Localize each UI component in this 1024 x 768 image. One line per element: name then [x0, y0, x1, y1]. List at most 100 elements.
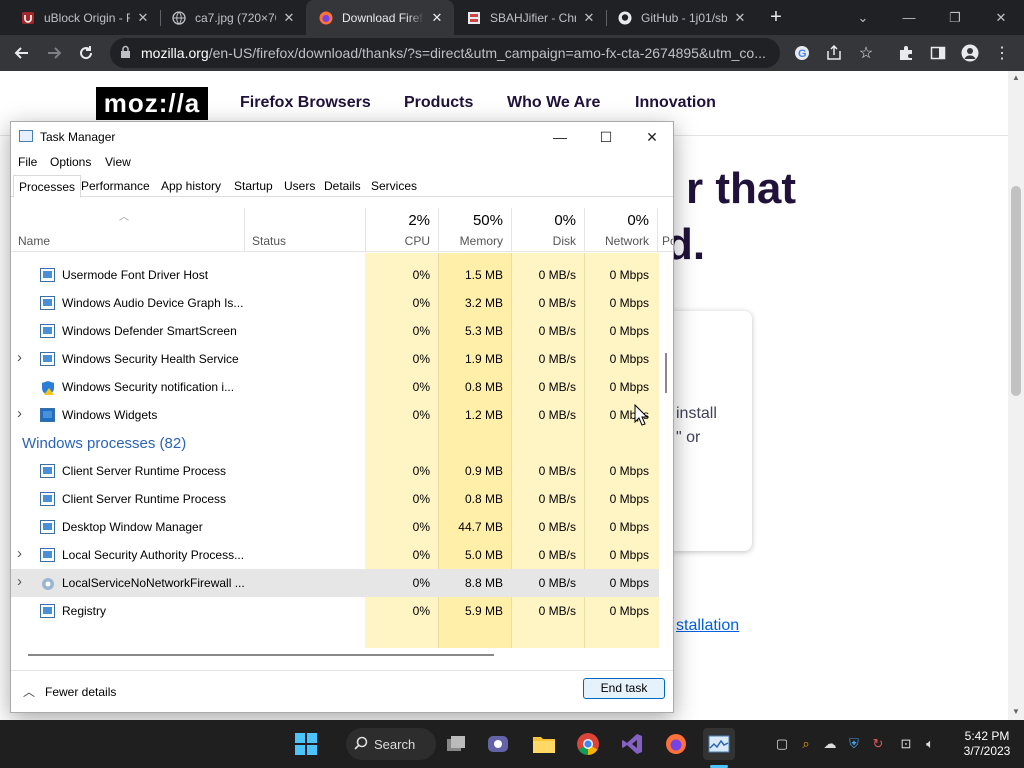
close-window-icon[interactable]: ✕ — [978, 0, 1024, 35]
process-cpu-value: 0% — [412, 296, 430, 310]
tray-app-icon[interactable]: ▢ — [772, 734, 792, 754]
extensions-puzzle-icon[interactable] — [892, 39, 920, 67]
task-view-icon[interactable] — [440, 728, 472, 760]
share-icon[interactable] — [820, 39, 848, 67]
close-tab-icon[interactable]: ✕ — [582, 10, 596, 25]
menu-kebab-icon[interactable]: ⋮ — [988, 39, 1016, 67]
volume-icon[interactable]: 🔈︎ — [920, 734, 940, 754]
process-list-scrollbar-thumb[interactable] — [665, 353, 667, 393]
tab-sbahjifier[interactable]: SBAHJifier - Chrom ✕ — [454, 0, 606, 35]
profile-avatar-icon[interactable] — [956, 39, 984, 67]
tab-services[interactable]: Services — [366, 175, 422, 197]
tray-display-icon[interactable]: ⊡ — [896, 734, 916, 754]
start-windows-icon[interactable] — [290, 728, 322, 760]
tray-search-icon[interactable]: ⌕ — [796, 734, 816, 754]
menu-file[interactable]: File — [18, 155, 37, 169]
lock-icon[interactable] — [120, 45, 131, 61]
table-row[interactable]: › Windows Security Health Service 0% 1.9 MB… — [11, 345, 659, 373]
column-name[interactable]: Name — [18, 234, 50, 248]
tray-security-icon[interactable]: ⛨ — [844, 734, 864, 754]
back-icon[interactable] — [8, 39, 36, 67]
nav-who-we-are[interactable]: Who We Are — [507, 94, 600, 112]
tab-users[interactable]: Users — [279, 175, 320, 197]
menu-view[interactable]: View — [105, 155, 131, 169]
taskbar-search[interactable]: Search — [346, 728, 436, 760]
nav-products[interactable]: Products — [404, 94, 473, 112]
task-manager-taskbar-icon[interactable] — [703, 728, 735, 760]
minimize-icon[interactable]: — — [537, 122, 583, 152]
process-net-value: 0 Mbps — [609, 604, 649, 618]
mozilla-logo[interactable]: moz://a — [96, 87, 208, 120]
tab-app-history[interactable]: App history — [156, 175, 226, 197]
tab-processes[interactable]: Processes — [13, 175, 82, 198]
table-row[interactable]: Client Server Runtime Process 0% 0.9 MB 0 M… — [11, 457, 659, 485]
tab-ca7-image[interactable]: ca7.jpg (720×704) ✕ — [161, 0, 306, 35]
close-tab-icon[interactable]: ✕ — [136, 10, 150, 25]
side-panel-icon[interactable] — [924, 39, 952, 67]
page-scrollbar[interactable]: ▲ ▼ — [1008, 71, 1024, 720]
column-disk[interactable]: 0% Disk — [511, 208, 584, 252]
visual-studio-icon[interactable] — [616, 728, 648, 760]
menu-options[interactable]: Options — [50, 155, 91, 169]
process-list-hscrollbar-thumb[interactable] — [28, 654, 494, 656]
process-list-scrollbar[interactable] — [659, 253, 673, 648]
chrome-icon[interactable] — [572, 728, 604, 760]
restore-icon[interactable]: ❐ — [932, 0, 978, 35]
column-cpu[interactable]: 2% CPU — [365, 208, 438, 252]
tab-ublock[interactable]: uBlock Origin - Fre ✕ — [0, 0, 160, 35]
process-list-hscrollbar[interactable] — [11, 649, 659, 661]
table-row[interactable]: Client Server Runtime Process 0% 0.8 MB 0 M… — [11, 485, 659, 513]
tab-startup[interactable]: Startup — [229, 175, 278, 197]
nav-firefox-browsers[interactable]: Firefox Browsers — [240, 94, 371, 112]
maximize-icon[interactable]: ☐ — [583, 122, 629, 152]
column-power[interactable]: Po — [657, 208, 673, 252]
close-tab-icon[interactable]: ✕ — [282, 10, 296, 25]
process-cpu-value: 0% — [412, 492, 430, 506]
expand-chevron-icon[interactable]: › — [17, 405, 22, 422]
tray-cloud-icon[interactable]: ☁ — [820, 734, 840, 754]
close-tab-icon[interactable]: ✕ — [733, 10, 747, 25]
tab-search-icon[interactable]: ⌄ — [840, 0, 886, 35]
close-tab-icon[interactable]: ✕ — [430, 10, 444, 25]
column-status[interactable]: Status — [244, 208, 365, 252]
nav-innovation[interactable]: Innovation — [635, 94, 716, 112]
table-row[interactable]: Registry 0% 5.9 MB 0 MB/s 0 Mbps — [11, 597, 659, 625]
table-row[interactable]: Usermode Font Driver Host 0% 1.5 MB 0 MB/s 0… — [11, 261, 659, 289]
table-row[interactable]: › LocalServiceNoNetworkFirewall ... 0% 8.8 … — [11, 569, 659, 597]
chevron-up-icon[interactable]: ︿ — [23, 683, 35, 700]
expand-chevron-icon[interactable]: › — [17, 349, 22, 366]
column-memory[interactable]: 50% Memory — [438, 208, 511, 252]
table-row[interactable]: Windows Audio Device Graph Is... 0% 3.2 MB… — [11, 289, 659, 317]
page-scrollbar-thumb[interactable] — [1011, 186, 1021, 396]
fewer-details-button[interactable]: Fewer details — [45, 685, 116, 699]
table-row[interactable]: Windows Security notification i... 0% 0.8 … — [11, 373, 659, 401]
file-explorer-icon[interactable] — [528, 728, 560, 760]
task-manager-titlebar[interactable]: Task Manager — ☐ ✕ — [11, 122, 673, 152]
table-row[interactable]: › Windows Widgets 0% 1.2 MB 0 MB/s 0 Mbps — [11, 401, 659, 429]
taskbar-clock[interactable]: 5:42 PM 3/7/2023 — [954, 729, 1020, 759]
bookmark-star-icon[interactable]: ☆ — [852, 39, 880, 67]
tab-github[interactable]: GitHub - 1j01/sbah ✕ — [607, 0, 757, 35]
firefox-taskbar-icon[interactable] — [660, 728, 692, 760]
expand-chevron-icon[interactable]: › — [17, 545, 22, 562]
forward-icon[interactable] — [40, 39, 68, 67]
table-row[interactable]: Desktop Window Manager 0% 44.7 MB 0 MB/s 0 M… — [11, 513, 659, 541]
close-icon[interactable]: ✕ — [629, 122, 673, 152]
new-tab-button[interactable]: + — [764, 6, 788, 30]
table-row[interactable]: Windows Defender SmartScreen 0% 5.3 MB 0 MB… — [11, 317, 659, 345]
reload-icon[interactable] — [72, 39, 100, 67]
tab-download-firefox[interactable]: Download Firefox ✕ — [306, 0, 454, 35]
table-row[interactable]: › Local Security Authority Process... 0% 5.… — [11, 541, 659, 569]
column-network[interactable]: 0% Network — [584, 208, 657, 252]
google-icon[interactable]: G — [788, 39, 816, 67]
minimize-icon[interactable]: — — [886, 0, 932, 35]
end-task-button[interactable]: End task — [583, 678, 665, 699]
tab-performance[interactable]: Performance — [76, 175, 155, 197]
teams-chat-icon[interactable] — [482, 728, 514, 760]
tray-sync-icon[interactable]: ↻ — [868, 734, 888, 754]
installation-link[interactable]: stallation — [676, 617, 739, 635]
group-header[interactable]: Windows processes (82) — [11, 429, 659, 457]
tab-details[interactable]: Details — [319, 175, 366, 197]
address-bar[interactable]: mozilla.org/en-US/firefox/download/thank… — [110, 38, 780, 68]
expand-chevron-icon[interactable]: › — [17, 573, 22, 590]
